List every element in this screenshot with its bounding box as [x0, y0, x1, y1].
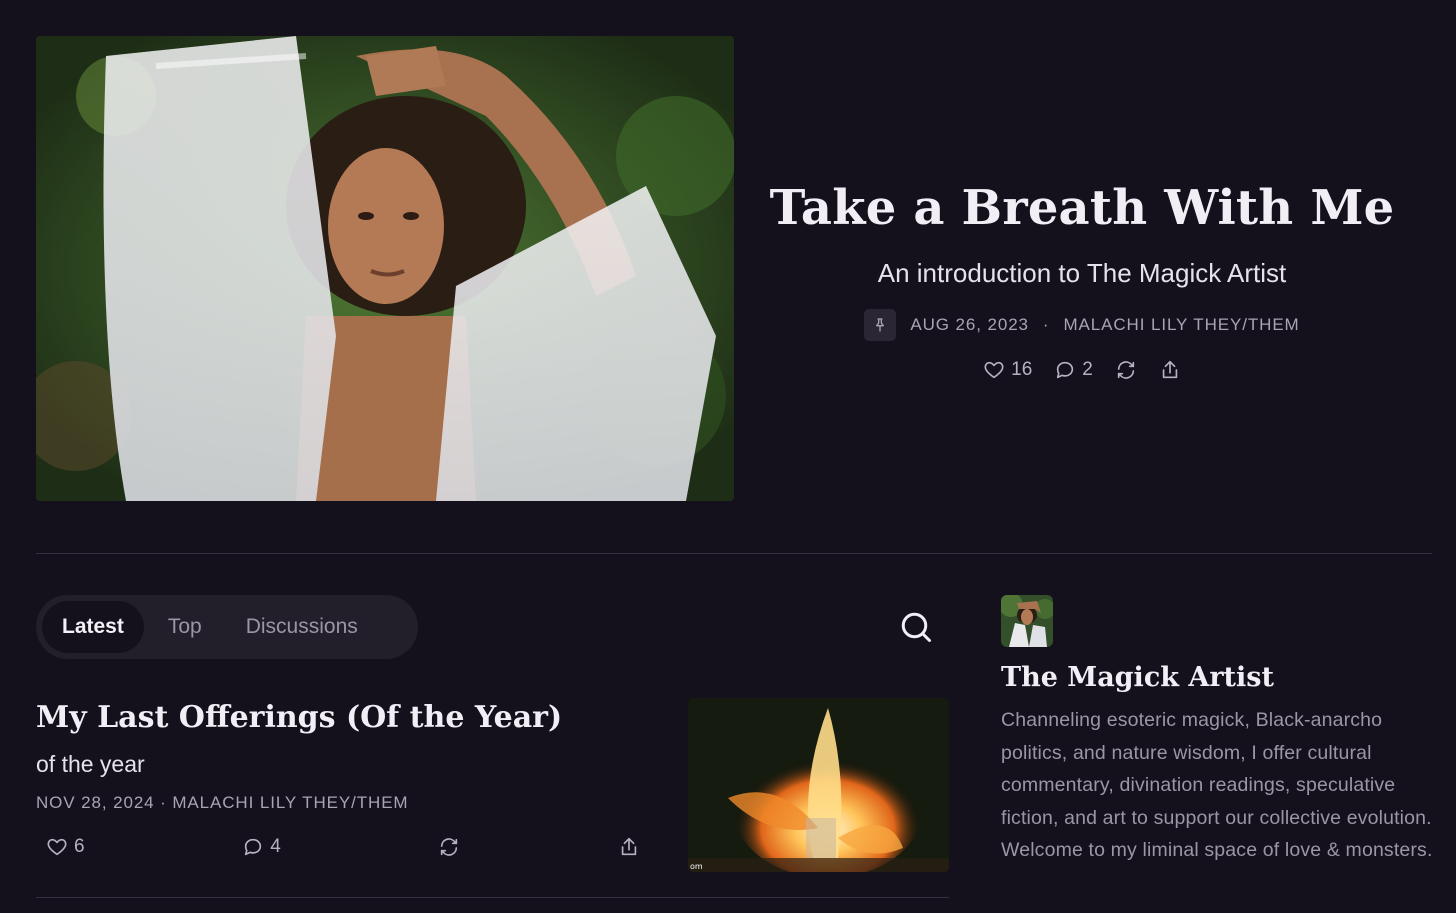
hero-actions: 16 2 [760, 359, 1404, 381]
post-title[interactable]: My Last Offerings (Of the Year) [36, 700, 562, 735]
meta-separator: · [1042, 314, 1050, 334]
post-date: NOV 28, 2024 [36, 793, 155, 812]
hero-meta: AUG 26, 2023 · MALACHI LILY THEY/THEM [760, 308, 1404, 341]
publication-avatar[interactable] [1001, 595, 1053, 647]
hero-image[interactable] [36, 36, 734, 501]
search-icon [901, 612, 931, 642]
tab-top[interactable]: Top [148, 601, 222, 653]
share-button[interactable] [1159, 359, 1181, 381]
hero-photo [36, 36, 734, 501]
thumb-watermark: om [690, 862, 703, 871]
hero-title[interactable]: Take a Breath With Me [760, 180, 1404, 238]
heart-icon [47, 838, 67, 856]
post-tabs: Latest Top Discussions [36, 595, 418, 659]
fire-image: om [688, 698, 949, 872]
tab-latest[interactable]: Latest [42, 601, 144, 653]
share-icon [1162, 360, 1178, 378]
post-like-count: 6 [74, 836, 85, 857]
hero-subtitle: An introduction to The Magick Artist [877, 257, 1287, 288]
avatar-image [1001, 595, 1053, 647]
like-count: 16 [1011, 358, 1033, 380]
restack-button[interactable] [1115, 359, 1137, 381]
post-comment-count: 4 [270, 836, 281, 857]
hero-author[interactable]: MALACHI LILY THEY/THEM [1063, 315, 1299, 335]
post-thumbnail[interactable]: om [688, 698, 949, 872]
post-divider [36, 897, 949, 898]
heart-icon [984, 361, 1004, 378]
publication-name[interactable]: The Magick Artist [1001, 662, 1274, 693]
post-meta: NOV 28, 2024 · MALACHI LILY THEY/THEM [36, 793, 409, 813]
post-restack-button[interactable] [438, 836, 460, 858]
restack-icon [1117, 360, 1135, 379]
meta-separator: · [160, 793, 167, 812]
comment-count: 2 [1082, 358, 1093, 380]
comment-button[interactable]: 2 [1054, 359, 1093, 381]
post-share-button[interactable] [618, 836, 640, 858]
comment-icon [1057, 361, 1074, 378]
share-icon [621, 837, 637, 856]
publication-description: Channeling esoteric magick, Black-anarch… [1001, 709, 1433, 861]
section-divider [36, 553, 1432, 554]
search-button[interactable] [898, 609, 934, 645]
pin-icon[interactable] [864, 308, 897, 341]
post-comment-button[interactable]: 4 [242, 836, 281, 858]
post-author[interactable]: MALACHI LILY THEY/THEM [172, 793, 408, 812]
comment-icon [245, 838, 262, 856]
restack-icon [441, 838, 458, 856]
like-button[interactable]: 16 [983, 359, 1032, 381]
hero-date: AUG 26, 2023 [910, 314, 1029, 334]
post-actions: 6 4 [36, 832, 640, 862]
post-subtitle: of the year [36, 751, 145, 777]
tab-discussions[interactable]: Discussions [226, 601, 378, 653]
post-like-button[interactable]: 6 [46, 836, 85, 858]
